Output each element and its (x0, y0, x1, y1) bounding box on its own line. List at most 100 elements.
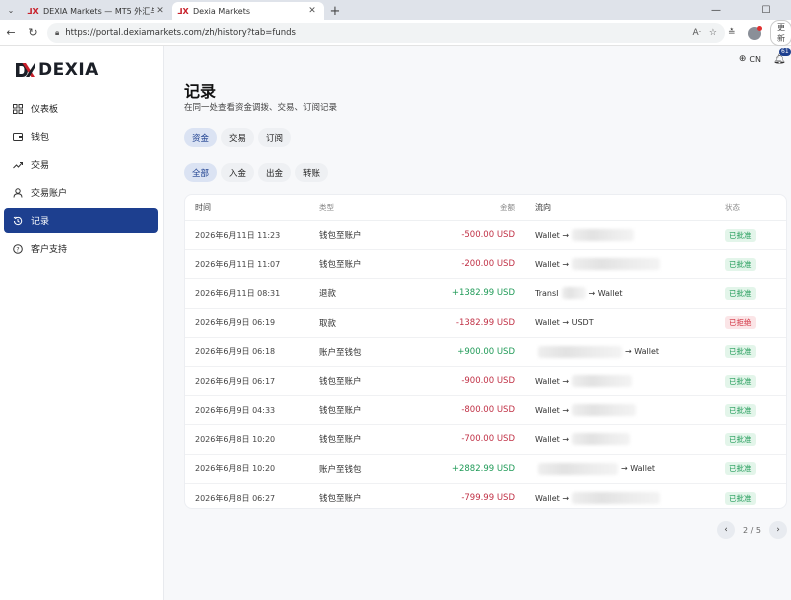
category-tabs: 资金 交易 订阅 (184, 128, 295, 147)
sidebar-item-support[interactable]: ? 客户支持 (4, 236, 158, 261)
sidebar-item-label: 钱包 (31, 133, 50, 143)
cell-type: 钱包至账户 (319, 377, 362, 388)
status-badge: 已批准 (725, 432, 756, 446)
collections-icon[interactable]: ≛ (728, 24, 736, 42)
help-icon: ? (12, 243, 24, 255)
cell-flow: → Wallet (515, 462, 705, 475)
column-header-time: 时间 (195, 203, 211, 212)
status-badge: 已拒绝 (725, 316, 756, 330)
redacted-account (572, 404, 637, 417)
read-aloud-icon[interactable]: Aᐧ (692, 28, 700, 38)
table-row[interactable]: 2026年6月9日 06:19 取款 -1382.99 USD Wallet → US… (185, 309, 786, 338)
cell-time: 2026年6月8日 10:20 (195, 464, 276, 474)
address-bar[interactable]: 🔒︎ https://portal.dexiamarkets.com/zh/hi… (47, 23, 725, 43)
dexia-favicon-icon: ⅃X (27, 6, 39, 16)
tab-trades[interactable]: 交易 (221, 128, 255, 147)
reload-icon[interactable]: ↻ (22, 22, 44, 44)
cell-amount: -900.00 USD (461, 376, 515, 387)
redacted-account (572, 492, 661, 505)
cell-time: 2026年6月9日 06:17 (195, 376, 276, 386)
sidebar-item-label: 交易 (31, 161, 50, 171)
minimize-icon[interactable]: — (701, 0, 731, 20)
close-tab-icon[interactable]: ✕ (306, 6, 318, 16)
sidebar-nav: 仪表板 钱包 交易 交易账户 记录 ? 客户支持 (4, 96, 158, 264)
close-tab-icon[interactable]: ✕ (154, 6, 166, 16)
page-subtitle: 在同一处查看资金调拨、交易、订阅记录 (184, 103, 338, 113)
status-badge: 已批准 (725, 403, 756, 417)
status-badge: 已批准 (725, 374, 756, 388)
sidebar-item-dashboard[interactable]: 仪表板 (4, 96, 158, 121)
flow-from: TransI (535, 288, 559, 298)
back-icon[interactable]: ← (0, 22, 22, 44)
update-button[interactable]: 更新 (770, 20, 791, 46)
flow-to: → Wallet (621, 464, 656, 474)
url-text[interactable]: https://portal.dexiamarkets.com/zh/histo… (65, 28, 684, 38)
wallet-icon (12, 131, 24, 143)
grid-icon (12, 103, 24, 115)
browser-tab-1[interactable]: ⅃X Dexia Markets ✕ (172, 2, 324, 20)
new-tab-button[interactable]: + (324, 2, 346, 20)
table-row[interactable]: 2026年6月11日 08:31 退款 +1382.99 USD TransI → Wa… (185, 279, 786, 309)
page-indicator: 2 / 5 (743, 525, 761, 535)
sidebar-item-history[interactable]: 记录 (4, 208, 158, 233)
next-page-button[interactable]: › (769, 521, 787, 539)
cell-flow: Wallet → (515, 375, 705, 388)
prev-page-button[interactable]: ‹ (717, 521, 736, 539)
status-badge: 已批准 (725, 228, 756, 242)
brand-logo[interactable]: DEXIA (14, 60, 99, 80)
table-row[interactable]: 2026年6月8日 06:27 钱包至账户 -799.99 USD Wallet → 已… (185, 484, 786, 508)
cell-type: 钱包至账户 (319, 260, 362, 271)
sidebar-item-wallet[interactable]: 钱包 (4, 124, 158, 149)
sidebar-item-label: 仪表板 (31, 105, 59, 115)
language-switcher[interactable]: ⊕ CN (739, 54, 761, 64)
tab-funds[interactable]: 资金 (184, 128, 218, 147)
sidebar-item-trading-accounts[interactable]: 交易账户 (4, 180, 158, 205)
table-row[interactable]: 2026年6月11日 11:23 钱包至账户 -500.00 USD Wallet →… (185, 221, 786, 251)
browser-tab-title: DEXIA Markets — MT5 外汇与 CFD (43, 6, 154, 16)
tab-actions-menu-icon[interactable]: ⌄ (0, 0, 22, 20)
cell-status: 已批准 (705, 286, 785, 300)
trend-icon (12, 159, 24, 171)
column-header-flow: 流向 (535, 203, 551, 212)
redacted-account (538, 345, 622, 358)
status-badge: 已批准 (725, 491, 756, 505)
cell-amount: +2882.99 USD (451, 463, 515, 474)
filter-transfer[interactable]: 转账 (295, 163, 329, 182)
notification-bell-icon[interactable]: 🔔︎ 61 (773, 48, 791, 66)
cell-type: 退款 (319, 289, 337, 300)
filter-deposit[interactable]: 入金 (221, 163, 255, 182)
sidebar-item-trading[interactable]: 交易 (4, 152, 158, 177)
profile-avatar[interactable] (748, 24, 762, 42)
table-row[interactable]: 2026年6月8日 10:20 钱包至账户 -700.00 USD Wallet → 已… (185, 425, 786, 455)
flow-to: → Wallet (588, 288, 623, 298)
cell-amount: -500.00 USD (461, 230, 515, 241)
cell-type: 钱包至账户 (319, 406, 362, 417)
filter-withdraw[interactable]: 出金 (258, 163, 292, 182)
flow-from: Wallet → (535, 376, 570, 386)
table-row[interactable]: 2026年6月9日 06:17 钱包至账户 -900.00 USD Wallet → 已… (185, 367, 786, 397)
browser-tab-0[interactable]: ⅃X DEXIA Markets — MT5 外汇与 CFD ✕ (22, 2, 172, 20)
cell-time: 2026年6月11日 08:31 (195, 288, 281, 298)
table-row[interactable]: 2026年6月9日 06:18 账户至钱包 +900.00 USD → Wallet 已… (185, 338, 786, 367)
maximize-icon[interactable]: ☐ (751, 0, 781, 20)
flow-from: Wallet → USDT (535, 318, 594, 328)
table-row[interactable]: 2026年6月11日 11:07 钱包至账户 -200.00 USD Wallet →… (185, 250, 786, 280)
sidebar-item-label: 记录 (31, 217, 50, 227)
cell-time: 2026年6月8日 10:20 (195, 434, 276, 444)
table-row[interactable]: 2026年6月8日 10:20 账户至钱包 +2882.99 USD → Wallet… (185, 455, 786, 484)
cell-status: 已拒绝 (705, 316, 785, 330)
favorite-star-icon[interactable]: ☆ (709, 28, 717, 38)
records-table: 时间 类型 金额 流向 状态 2026年6月11日 11:23 钱包至账户 -500… (184, 194, 787, 509)
status-badge: 已批准 (725, 462, 756, 476)
tab-subscriptions[interactable]: 订阅 (258, 128, 292, 147)
dexia-favicon-icon: ⅃X (177, 6, 189, 16)
filter-all[interactable]: 全部 (184, 163, 218, 182)
cell-type: 取款 (319, 318, 337, 329)
redacted-account (572, 258, 661, 271)
cell-amount: -799.99 USD (461, 493, 515, 504)
cell-amount: +1382.99 USD (451, 288, 515, 299)
cell-status: 已批准 (705, 257, 785, 271)
table-row[interactable]: 2026年6月9日 04:33 钱包至账户 -800.00 USD Wallet → 已… (185, 396, 786, 426)
status-badge: 已批准 (725, 345, 756, 359)
cell-flow: Wallet → (515, 404, 705, 417)
